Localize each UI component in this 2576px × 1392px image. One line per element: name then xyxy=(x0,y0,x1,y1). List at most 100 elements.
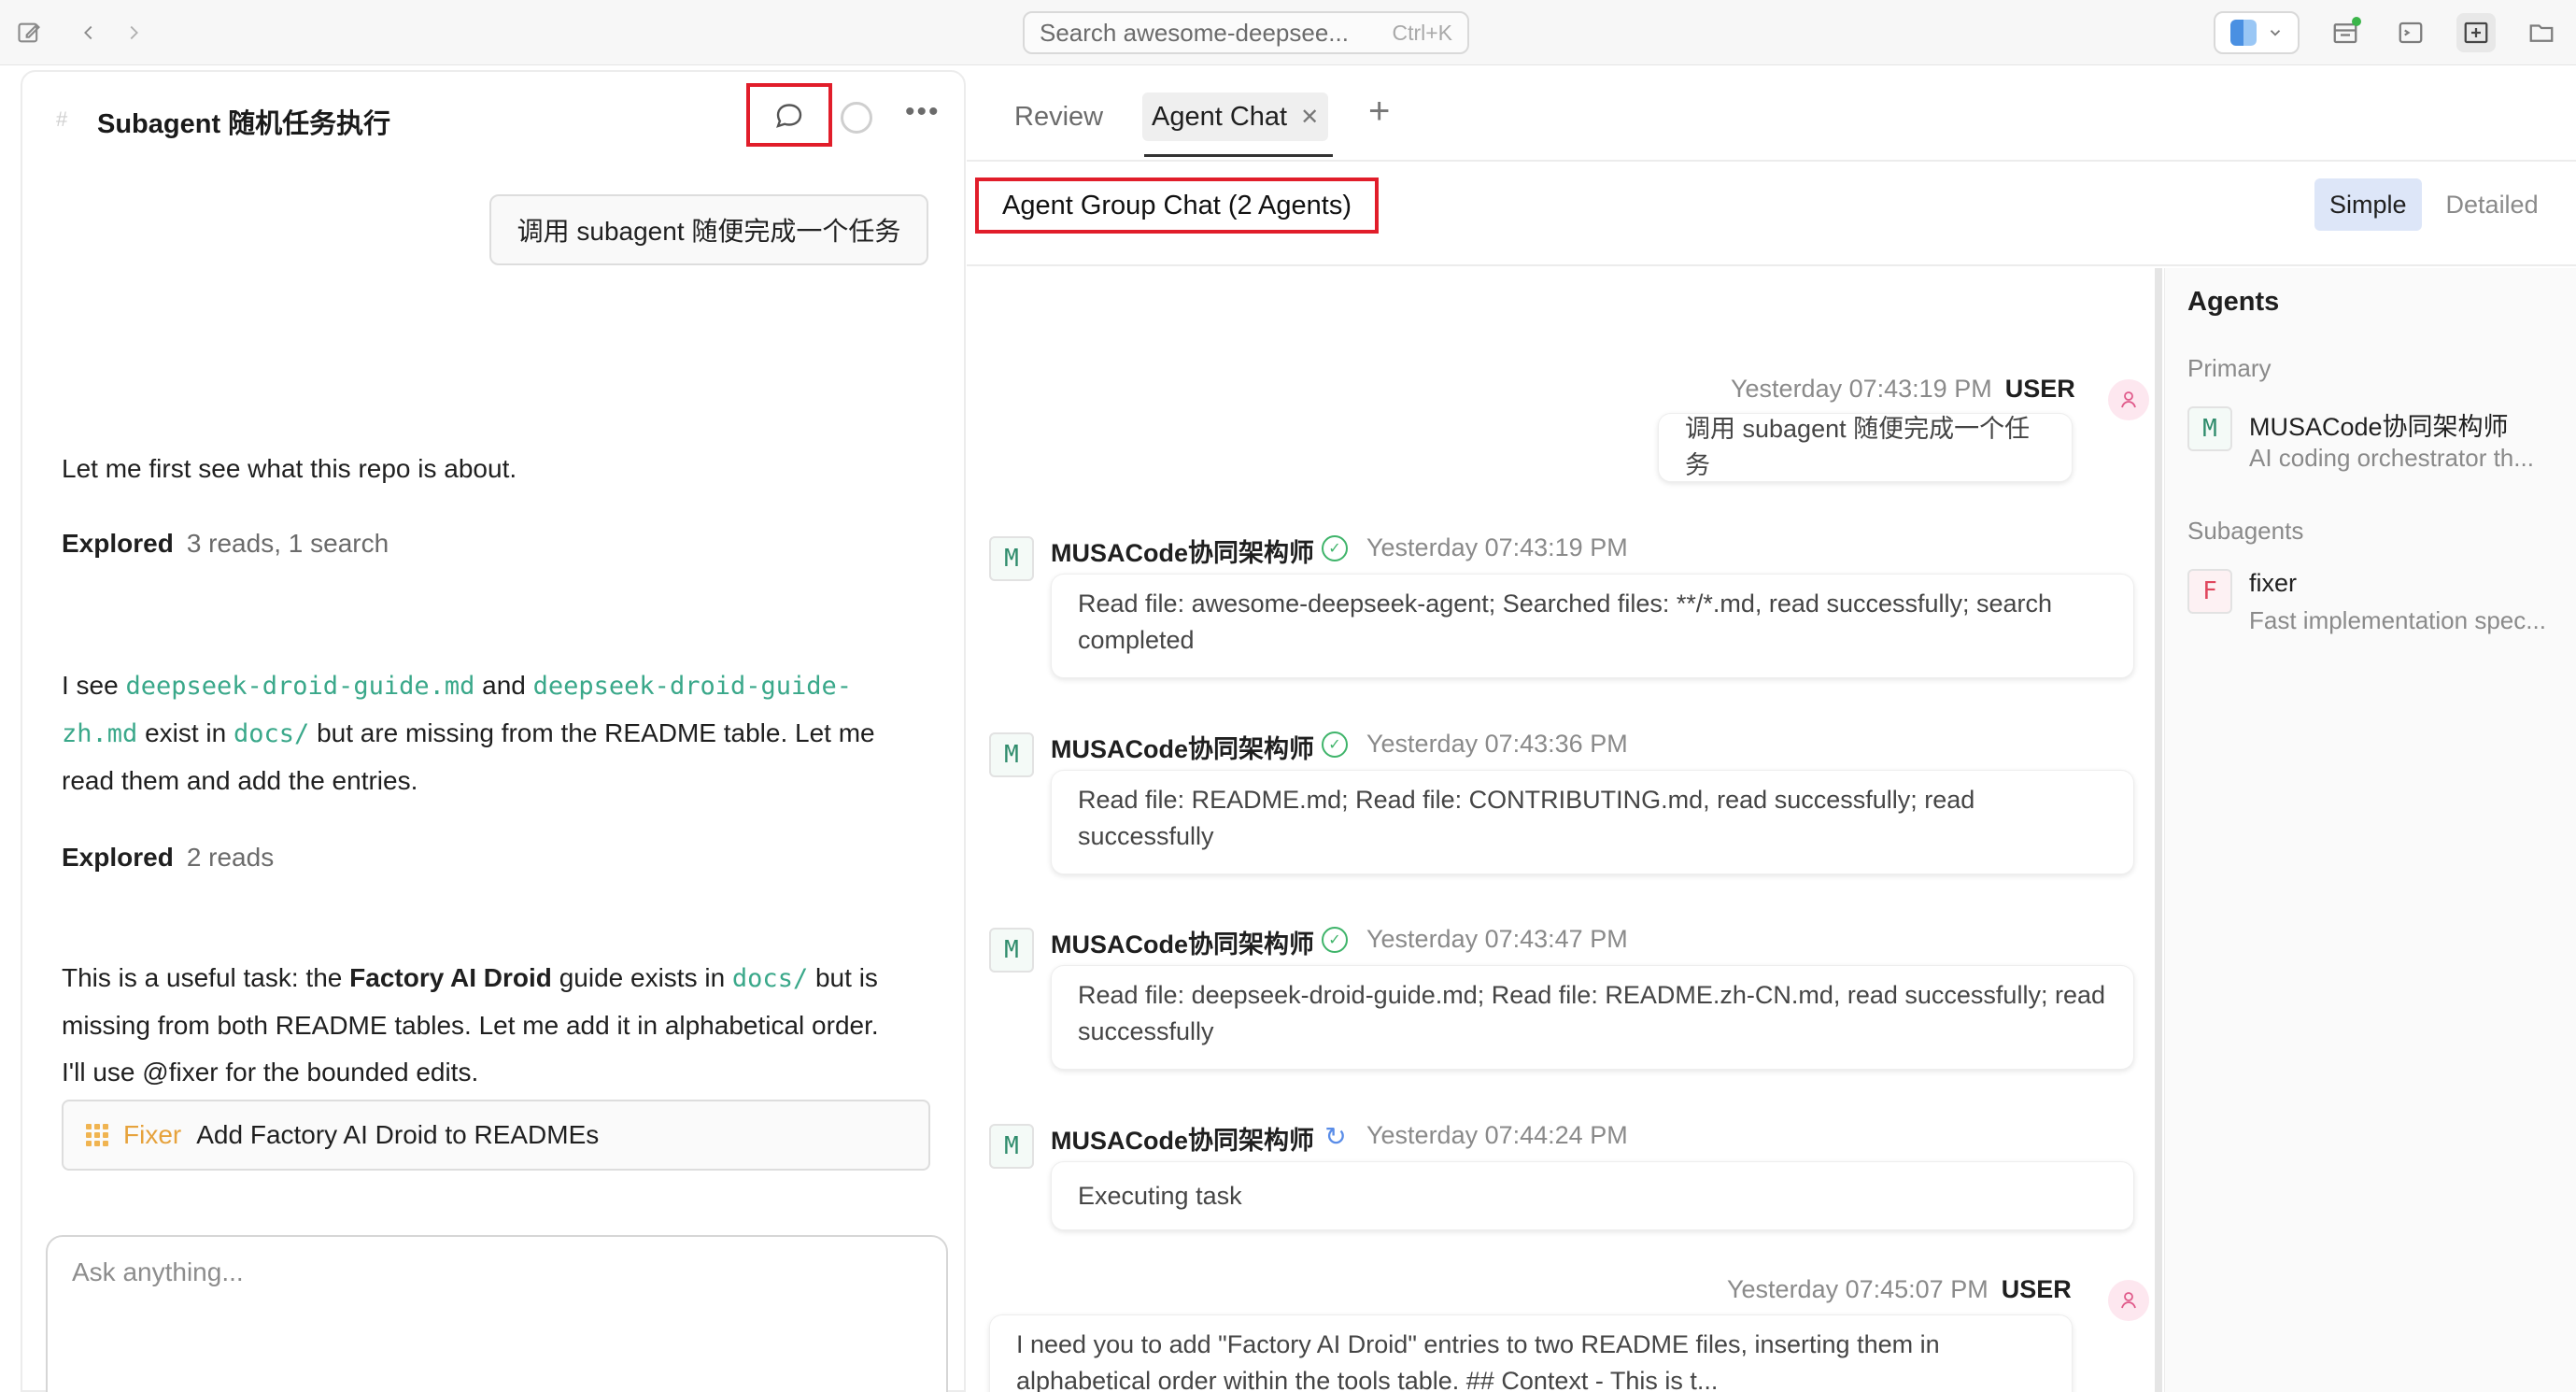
file-link[interactable]: deepseek-droid-guide- xyxy=(533,672,852,701)
task-title: Add Factory AI Droid to READMEs xyxy=(196,1120,600,1149)
more-options-icon[interactable]: ••• xyxy=(905,96,941,128)
agent-name: MUSACode协同架构师 xyxy=(1051,930,1314,959)
folder-link[interactable]: docs/ xyxy=(234,719,309,748)
agents-title: Agents xyxy=(2187,287,2280,317)
tab-agent-chat[interactable]: Agent Chat ✕ xyxy=(1142,92,1329,141)
subagent-desc: Fast implementation spec... xyxy=(2249,606,2546,634)
message-time: Yesterday 07:43:19 PM xyxy=(1731,375,1992,403)
primary-label: Primary xyxy=(2187,354,2272,382)
message-meta: Yesterday 07:43:19 PM USER xyxy=(1731,375,2075,404)
user-avatar-icon xyxy=(2108,1280,2149,1321)
chevron-down-icon xyxy=(2270,30,2280,36)
message-author: USER xyxy=(2004,375,2075,403)
finder-icon xyxy=(2229,20,2257,46)
primary-agent-name[interactable]: MUSACode协同架构师 xyxy=(2249,406,2509,443)
agent-avatar: M xyxy=(989,536,1034,581)
text: guide exists in xyxy=(559,963,726,992)
conversation-title: Subagent 随机任务执行 xyxy=(97,109,391,139)
explored-label: Explored xyxy=(62,843,174,872)
top-bar: Search awesome-deepsee... Ctrl+K xyxy=(0,0,2576,65)
hash-icon: # xyxy=(56,107,68,131)
terminal-icon[interactable] xyxy=(2391,13,2430,52)
tab-label: Agent Chat xyxy=(1152,101,1288,132)
view-mode-toggle: Simple Detailed xyxy=(2314,178,2554,233)
forward-icon[interactable] xyxy=(118,17,149,49)
task-agent-name: Fixer xyxy=(123,1120,182,1149)
agent-name: MUSACode协同架构师 xyxy=(1051,1127,1314,1155)
composer-input[interactable]: Ask anything... xyxy=(72,1257,244,1287)
add-tab-icon[interactable]: + xyxy=(1368,91,1390,133)
agents-sidebar: Agents Primary M MUSACode协同架构师 AI coding… xyxy=(2164,268,2576,1392)
agent-avatar: F xyxy=(2187,569,2232,614)
message-time: Yesterday 07:43:36 PM xyxy=(1366,730,1628,758)
close-icon[interactable]: ✕ xyxy=(1300,104,1319,131)
user-avatar-icon xyxy=(2108,379,2149,420)
message-composer[interactable]: Ask anything... + xyxy=(46,1235,948,1392)
split-icon[interactable] xyxy=(2456,13,2496,52)
back-icon[interactable] xyxy=(73,17,105,49)
agent-avatar: M xyxy=(2187,406,2232,451)
explored-value: 2 reads xyxy=(186,843,275,872)
explored-label: Explored xyxy=(62,529,174,558)
text: I'll use @fixer for the bounded edits. xyxy=(62,1058,479,1087)
finder-dropdown[interactable] xyxy=(2214,11,2300,54)
refresh-running-icon: ↻ xyxy=(1324,1121,1347,1151)
agent-chat-panel: Review Agent Chat ✕ + Agent Group Chat (… xyxy=(967,70,2576,1392)
check-circle-icon: ✓ xyxy=(1322,732,1348,758)
message-meta: Yesterday 07:45:07 PM USER xyxy=(1727,1275,2072,1304)
file-link[interactable]: deepseek-droid-guide.md xyxy=(125,672,474,701)
folder-icon[interactable] xyxy=(2522,13,2561,52)
check-circle-icon: ✓ xyxy=(1322,927,1348,953)
conversation-header: # Subagent 随机任务执行 ••• xyxy=(22,72,964,165)
message-time: Yesterday 07:43:47 PM xyxy=(1366,925,1628,953)
text: read them and add the entries. xyxy=(62,766,418,795)
explored-value: 3 reads, 1 search xyxy=(186,529,389,558)
text: missing from both README tables. Let me … xyxy=(62,1011,879,1040)
text: exist in xyxy=(145,718,227,747)
message-author: USER xyxy=(2001,1275,2072,1303)
notification-dot xyxy=(2352,17,2361,26)
text: I see xyxy=(62,671,119,700)
assistant-paragraph-2: I see deepseek-droid-guide.md and deepse… xyxy=(62,662,940,804)
conversation-panel: # Subagent 随机任务执行 ••• 调用 subagent 随便完成一个… xyxy=(21,70,966,1392)
explored-summary-2[interactable]: Explored 2 reads xyxy=(62,834,940,881)
agent-name: MUSACode协同架构师 xyxy=(1051,539,1314,567)
explored-summary-1[interactable]: Explored 3 reads, 1 search xyxy=(62,520,940,567)
agent-name: MUSACode协同架构师 xyxy=(1051,735,1314,763)
chat-messages: Yesterday 07:43:19 PM USER 调用 subagent 随便… xyxy=(967,268,2158,1392)
subagent-name[interactable]: fixer xyxy=(2249,569,2297,598)
agent-avatar: M xyxy=(989,1124,1034,1169)
agent-avatar: M xyxy=(989,928,1034,973)
agent-avatar: M xyxy=(989,732,1034,777)
agent-message-bubble: Read file: deepseek-droid-guide.md; Read… xyxy=(1051,965,2134,1070)
user-message: 调用 subagent 随便完成一个任务 xyxy=(489,194,928,265)
search-shortcut: Ctrl+K xyxy=(1392,20,1452,45)
mode-detailed-button[interactable]: Detailed xyxy=(2431,178,2554,231)
chat-scrollbar[interactable] xyxy=(2155,268,2162,1392)
message-time: Yesterday 07:45:07 PM xyxy=(1727,1275,1989,1303)
search-input[interactable]: Search awesome-deepsee... Ctrl+K xyxy=(1023,11,1469,54)
file-link[interactable]: zh.md xyxy=(62,719,137,748)
subagents-label: Subagents xyxy=(2187,517,2304,545)
loading-spinner-icon xyxy=(841,102,872,134)
task-dots-icon xyxy=(86,1124,108,1146)
agent-message-bubble: Read file: README.md; Read file: CONTRIB… xyxy=(1051,770,2134,874)
group-chat-header: Agent Group Chat (2 Agents) Simple Detai… xyxy=(967,162,2576,266)
text: but is xyxy=(814,963,878,992)
text: but are missing from the README table. L… xyxy=(317,718,875,747)
assistant-paragraph-3: This is a useful task: the Factory AI Dr… xyxy=(62,955,940,1096)
subagent-task-card[interactable]: Fixer Add Factory AI Droid to READMEs xyxy=(62,1100,930,1171)
tab-review[interactable]: Review xyxy=(1005,92,1112,141)
search-placeholder: Search awesome-deepsee... xyxy=(1040,18,1349,47)
open-agent-chat-button[interactable] xyxy=(746,83,832,147)
mode-simple-button[interactable]: Simple xyxy=(2314,178,2422,231)
chat-bubble-icon xyxy=(776,104,802,128)
primary-agent-desc: AI coding orchestrator th... xyxy=(2249,444,2534,472)
layout-icon[interactable] xyxy=(2326,13,2365,52)
message-time: Yesterday 07:44:24 PM xyxy=(1366,1121,1628,1149)
folder-link[interactable]: docs/ xyxy=(732,964,808,993)
assistant-paragraph-1: Let me first see what this repo is about… xyxy=(62,454,517,483)
user-message-bubble: I need you to add "Factory AI Droid" ent… xyxy=(989,1314,2073,1392)
compose-icon[interactable] xyxy=(13,17,45,49)
check-circle-icon: ✓ xyxy=(1322,535,1348,561)
